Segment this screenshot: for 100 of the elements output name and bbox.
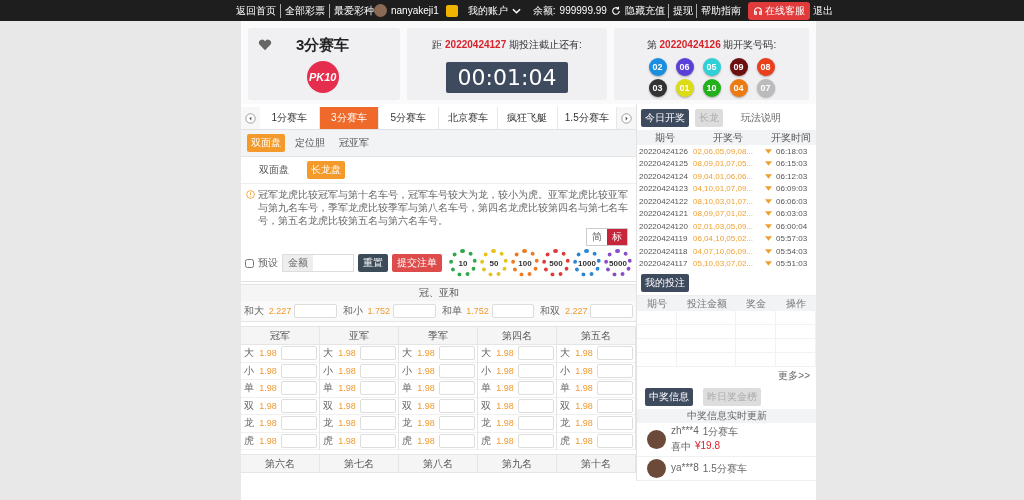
chip-button[interactable]: 5000 [604, 249, 632, 277]
odds-value: 1.98 [258, 348, 278, 359]
reset-button[interactable]: 重置 [358, 254, 388, 272]
option-label: 和单 [440, 304, 463, 318]
game-tab[interactable]: 北京赛车 [438, 107, 498, 129]
bet-input[interactable] [360, 381, 396, 396]
bet-input[interactable] [597, 398, 633, 413]
chip-button[interactable]: 100 [511, 249, 539, 277]
section-header: 冠、亚和 [241, 285, 636, 301]
bet-input[interactable] [590, 304, 633, 318]
nav-link[interactable]: 返回首页 [236, 3, 276, 18]
column-header: 第五名 [557, 327, 635, 345]
bet-input[interactable] [281, 381, 317, 396]
rules-link[interactable]: 玩法说明 [741, 111, 781, 125]
bet-input[interactable] [360, 433, 396, 448]
bet-input[interactable] [518, 433, 554, 448]
chip-button[interactable]: 500 [542, 249, 570, 277]
heart-icon[interactable] [258, 39, 272, 51]
amount-field[interactable]: 金额 [282, 254, 354, 272]
bet-input[interactable] [281, 433, 317, 448]
countdown-timer: 00:01:04 [445, 62, 569, 93]
bet-input[interactable] [491, 304, 535, 318]
chip-button[interactable]: 1000 [573, 249, 601, 277]
play-tab[interactable]: 冠亚军 [335, 134, 373, 152]
play-tab[interactable]: 定位胆 [291, 134, 329, 152]
submit-button[interactable]: 提交注单 [392, 254, 442, 272]
draw-time: 06:06:03 [776, 196, 809, 206]
draw-time: 06:03:03 [776, 209, 809, 219]
bet-input[interactable] [518, 381, 554, 396]
odds-value: 1.98 [495, 435, 515, 446]
chip-button[interactable]: 50 [480, 249, 508, 277]
issue-number: 20220424126 [639, 146, 689, 156]
bet-input[interactable] [360, 398, 396, 413]
odds-value: 2.227 [564, 306, 589, 316]
my-bets-button[interactable]: 我的投注 [641, 274, 689, 292]
game-tab[interactable]: 5分赛车 [379, 107, 439, 129]
next-icon[interactable] [621, 112, 632, 124]
number-ball: 01 [675, 79, 694, 97]
previous-icon[interactable] [245, 112, 256, 124]
bet-input[interactable] [597, 346, 633, 361]
draw-numbers: 02,06,05,09,08... [693, 146, 755, 156]
bet-input[interactable] [597, 363, 633, 378]
panel-tab[interactable]: 中奖信息 [645, 388, 693, 406]
prize-label: 喜中 [671, 440, 691, 454]
feed-header: 中奖信息实时更新 [637, 409, 816, 423]
bet-input[interactable] [281, 363, 317, 378]
bet-input[interactable] [597, 433, 633, 448]
bet-input[interactable] [439, 363, 475, 378]
draw-time: 06:15:03 [776, 159, 809, 169]
bet-input[interactable] [392, 304, 436, 318]
bet-input[interactable] [281, 346, 317, 361]
odds-value: 1.98 [574, 383, 594, 394]
bet-input[interactable] [439, 398, 475, 413]
number-ball: 02 [648, 58, 667, 76]
game-tab[interactable]: 1分赛车 [260, 107, 320, 129]
odds-value: 1.98 [416, 365, 436, 376]
chip-button[interactable]: 10 [449, 249, 477, 277]
bet-input[interactable] [518, 363, 554, 378]
avatar-icon [647, 459, 666, 478]
bet-input[interactable] [294, 304, 337, 318]
bet-input[interactable] [281, 416, 317, 431]
bet-input[interactable] [360, 363, 396, 378]
bet-input[interactable] [439, 416, 475, 431]
nav-link[interactable]: 最爱彩种 [329, 3, 374, 18]
hide-link[interactable]: 隐藏 [624, 3, 645, 18]
service-button[interactable]: 在线客服 [747, 1, 810, 20]
bet-input[interactable] [518, 416, 554, 431]
mode-tab[interactable]: 双面盘 [255, 161, 293, 179]
action-link[interactable]: 提现 [667, 3, 693, 18]
more-link[interactable]: 更多>> [778, 369, 810, 383]
action-link[interactable]: 充值 [644, 3, 665, 18]
preset-checkbox[interactable] [245, 258, 254, 268]
action-link[interactable]: 帮助指南 [695, 3, 741, 18]
refresh-icon[interactable] [610, 5, 621, 16]
odds-value: 1.98 [258, 383, 278, 394]
bet-input[interactable] [281, 398, 317, 413]
bet-input[interactable] [597, 381, 633, 396]
option-label: 虎 [401, 433, 413, 448]
bet-input[interactable] [518, 346, 554, 361]
nav-link[interactable]: 全部彩票 [280, 3, 325, 18]
game-tab[interactable]: 1.5分赛车 [557, 107, 617, 129]
preset-label: 预设 [258, 256, 278, 270]
odds-value: 1.98 [574, 365, 594, 376]
logout-link[interactable]: 退出 [812, 3, 833, 18]
bet-input[interactable] [597, 416, 633, 431]
bet-input[interactable] [439, 433, 475, 448]
odds-value: 2.227 [267, 306, 293, 316]
bet-input[interactable] [439, 381, 475, 396]
odds-value: 1.98 [416, 435, 436, 446]
bet-input[interactable] [518, 398, 554, 413]
panel-tab[interactable]: 今日开奖 [641, 109, 689, 127]
option-label: 和双 [539, 304, 562, 318]
account-menu[interactable]: 我的账户 [467, 3, 508, 18]
game-tab[interactable]: 疯狂飞艇 [498, 107, 558, 129]
badge-icon[interactable] [445, 4, 458, 17]
bet-input[interactable] [439, 346, 475, 361]
bet-input[interactable] [360, 346, 396, 361]
option-label: 虎 [559, 433, 571, 448]
view-toggle[interactable]: 标 [607, 229, 627, 245]
bet-input[interactable] [360, 416, 396, 431]
